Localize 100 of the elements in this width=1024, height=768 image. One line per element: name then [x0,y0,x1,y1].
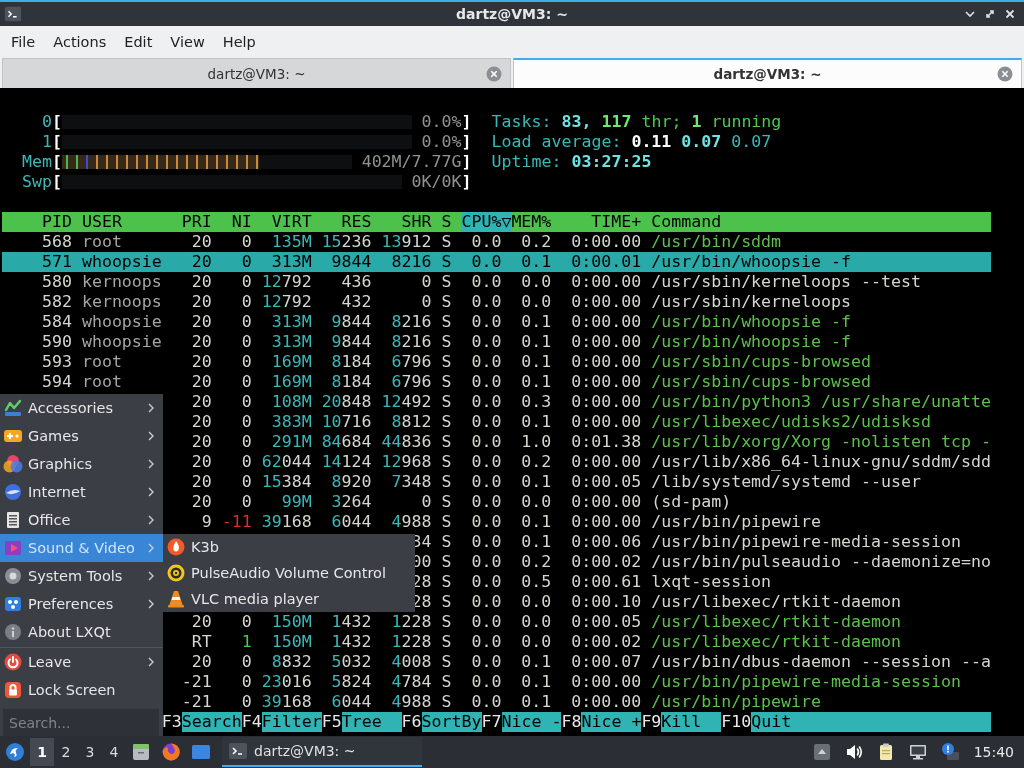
menu-entry[interactable]: Graphics [0,450,163,478]
command-cell: /usr/bin/pulseaudio --daemonize=no [651,552,992,572]
function-label[interactable]: Kill [661,712,722,732]
desktop-button[interactable]: 4 [102,738,126,766]
virt-cell-text: 313M [270,252,312,272]
function-label[interactable]: Nice - [501,712,562,732]
menu-entry[interactable]: PulseAudio Volume Control [163,560,415,586]
menu-entry[interactable]: Lock Screen [0,676,163,704]
function-label[interactable]: SortBy [421,712,482,732]
virt-cell-text: 150M [270,612,312,632]
cpu-cell-text: 0.0 [470,512,502,532]
menu-entry[interactable]: Leave [0,648,163,676]
process-row[interactable]: 593 root 20 0 169M 8184 6796 S 0.0 0.1 0:00.00 /usr/sbin/cups-browsed [2,352,992,372]
desktop-button[interactable]: 1 [30,738,54,766]
process-row[interactable]: 568 root 20 0 135M 15236 13912 S 0.0 0.2 0:00.00 /usr/bin/sddm [2,232,992,252]
menu-item[interactable]: Actions [44,34,116,50]
time-cell-text: 0:00.10 [570,592,642,612]
priority-cell-text: 20 [190,452,212,472]
command-cell-text: /lib/systemd/systemd --user [651,472,922,492]
column-header[interactable]: MEM% [511,212,552,232]
menu-entry[interactable]: About LXQt [0,618,163,646]
desktop-button[interactable]: 3 [78,738,102,766]
function-label[interactable]: Search [181,712,242,732]
menu-entry[interactable]: K3b [163,534,415,560]
close-icon[interactable] [1004,8,1016,20]
logo-icon [5,742,25,762]
menu-item[interactable]: Edit [115,34,162,50]
virt-cell-text: 313M [270,312,312,332]
minimize-icon[interactable] [964,8,976,20]
menu-entry[interactable]: Accessories [0,394,163,422]
function-label[interactable]: Tree [341,712,402,732]
res-cell-text: 1432 [330,632,372,652]
shr-cell-text: 8216 [390,252,432,272]
shr-cell: 12492 [381,392,432,412]
priority-cell-text: 20 [190,432,212,452]
search-field[interactable]: Search... [3,709,159,737]
menu-entry[interactable]: Games [0,422,163,450]
process-row[interactable]: 594 root 20 0 169M 8184 6796 S 0.0 0.1 0:00.00 /usr/sbin/cups-browsed [2,372,992,392]
nice-cell-text: 0 [240,312,252,332]
shr-cell-text: 8216 [390,312,432,332]
function-label[interactable]: Nice + [581,712,642,732]
process-row[interactable]: 582 kernoops 20 0 12792 432 0 S 0.0 0.0 0:00.00 /usr/sbin/kerneloops [2,292,992,312]
menu-item[interactable]: View [161,34,214,50]
menu-entry[interactable]: Office [0,506,163,534]
function-label[interactable]: Quit [751,712,992,732]
media-icon [3,538,23,558]
process-row[interactable]: 571 whoopsie 20 0 313M 9844 8216 S 0.0 0.1 0:00.01 /usr/bin/whoopsie -f [2,252,992,272]
folder-icon[interactable] [131,742,151,762]
res-cell-text: 6044 [330,692,372,712]
column-header[interactable]: TIME+ [551,212,642,232]
priority-cell-text: RT [190,632,212,652]
desktop-icon[interactable] [191,742,211,762]
res-cell-text: 8184 [330,352,372,372]
shr-cell: 44836 [381,432,432,452]
function-label[interactable]: Filter [261,712,322,732]
meter-value: 0.0% [421,112,462,132]
menu-entry[interactable]: System Tools [0,562,163,590]
stat-text: 83, [561,112,592,131]
tab[interactable]: dartz@VM3: ~ [2,58,511,88]
process-row[interactable]: 580 kernoops 20 0 12792 436 0 S 0.0 0.0 0:00.00 /usr/sbin/kerneloops --test [2,272,992,292]
clock[interactable]: 15:40 [973,744,1014,760]
column-header[interactable]: USER [81,212,172,232]
column-header[interactable]: NI [221,212,252,232]
column-header[interactable]: PRI [181,212,212,232]
state-cell: S [441,452,452,472]
tab[interactable]: dartz@VM3: ~ [513,58,1022,88]
pid-cell-text: 571 [40,252,72,272]
user-cell-text: root [81,352,123,372]
menu-entry[interactable]: Preferences [0,590,163,618]
stat-text: 0.11 [631,132,672,151]
menu-entry[interactable]: Internet [0,478,163,506]
cpu-cell-text: 0.0 [470,652,502,672]
column-header[interactable]: VIRT [261,212,312,232]
cpu-cell-text: 0.0 [470,532,502,552]
menu-entry[interactable]: VLC media player [163,586,415,612]
network-icon[interactable] [907,742,928,762]
desktop-button[interactable]: 2 [54,738,78,766]
command-cell-text: /usr/bin/pipewire [651,512,823,532]
process-row[interactable]: 590 whoopsie 20 0 313M 9844 8216 S 0.0 0.1 0:00.00 /usr/bin/whoopsie -f [2,332,992,352]
column-header[interactable]: SHR [381,212,432,232]
priority-cell-text: 20 [190,332,212,352]
nice-cell-text: 0 [240,452,252,472]
chevron-up-icon[interactable] [811,742,832,762]
command-cell-text: /usr/sbin/cups-browsed [651,372,872,392]
virt-cell: 62044 [261,452,312,472]
alert-icon[interactable] [939,742,960,762]
column-header[interactable]: Command [651,212,992,232]
process-row[interactable]: 584 whoopsie 20 0 313M 9844 8216 S 0.0 0.1 0:00.00 /usr/bin/whoopsie -f [2,312,992,332]
task-button[interactable]: dartz@VM3: ~ [222,737,422,767]
column-header[interactable]: RES [321,212,372,232]
cpu-cell-text: 0.0 [470,332,502,352]
maximize-icon[interactable] [984,8,996,20]
state-cell: S [441,532,452,552]
menu-item[interactable]: File [2,34,45,50]
menu-item[interactable]: Help [213,34,265,50]
cpu-cell-text: 0.0 [470,632,502,652]
cpu-cell-text: 0.0 [470,492,502,512]
column-header[interactable]: PID [2,212,72,232]
pid-cell-text: 568 [40,232,72,252]
column-header[interactable]: S [441,212,452,232]
